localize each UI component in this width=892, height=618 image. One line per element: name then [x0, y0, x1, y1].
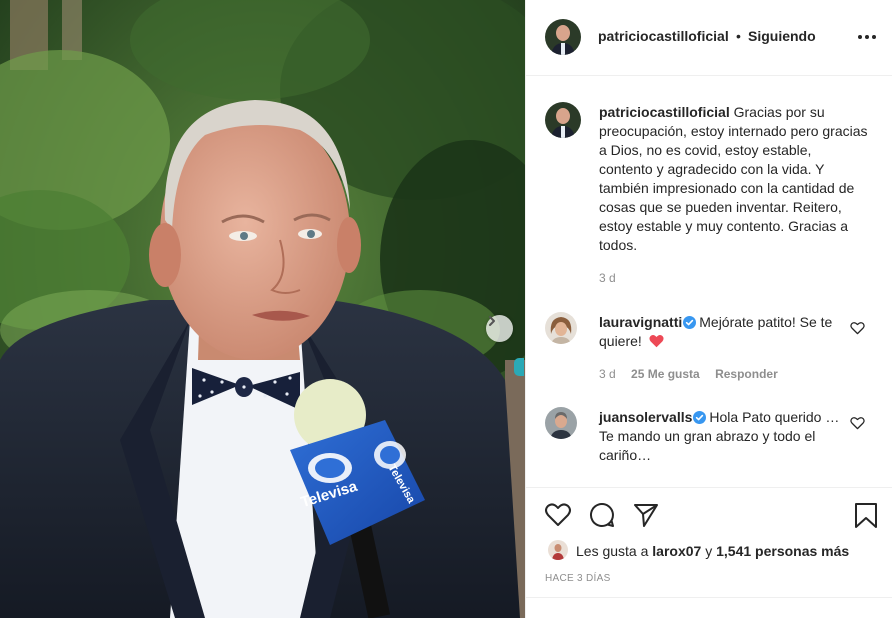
avatar[interactable]: [545, 407, 577, 439]
likes-prefix: Les gusta a: [576, 543, 649, 559]
comment-bubble-icon: [590, 502, 614, 527]
post-actions: Les gusta a larox07 y 1,541 personas más…: [526, 487, 892, 597]
avatar[interactable]: [545, 312, 577, 344]
post-header: patriciocastilloficial • Siguiendo: [526, 0, 892, 76]
profile-picture: [545, 407, 577, 439]
comments-list[interactable]: patriciocastilloficial Gracias por su pr…: [526, 77, 892, 487]
caption-username[interactable]: patriciocastilloficial: [599, 104, 730, 120]
chevron-right-icon: [489, 316, 495, 326]
likes-summary: Les gusta a larox07 y 1,541 personas más: [576, 543, 849, 559]
share-button[interactable]: [632, 501, 660, 529]
comment-timestamp[interactable]: 3 d: [599, 367, 616, 381]
comment: lauravignatti Mejórate patito! Se te qui…: [599, 313, 844, 351]
comment-meta: 3 d 25 Me gusta Responder: [599, 367, 790, 381]
next-photo-button[interactable]: [486, 315, 513, 342]
like-button[interactable]: [544, 501, 572, 529]
verified-badge-icon: [693, 411, 707, 424]
red-heart-emoji-icon: [649, 334, 664, 348]
heart-icon: [545, 503, 571, 526]
profile-picture: [545, 312, 577, 344]
first-liker-link[interactable]: larox07: [652, 543, 701, 559]
partial-overlay: [514, 358, 524, 376]
comment-likes[interactable]: 25 Me gusta: [631, 367, 700, 381]
more-horizontal-icon: [858, 35, 876, 39]
like-comment-heart-icon[interactable]: [850, 321, 865, 335]
post-caption: patriciocastilloficial Gracias por su pr…: [599, 103, 869, 255]
paper-plane-icon: [634, 504, 658, 527]
comment-username[interactable]: lauravignatti: [599, 314, 682, 330]
post-timestamp[interactable]: HACE 3 DÍAS: [545, 573, 611, 584]
follow-status-button[interactable]: Siguiendo: [748, 28, 816, 44]
comment-username[interactable]: juansolervalls: [599, 409, 692, 425]
profile-picture: [545, 102, 581, 138]
likes-count-link[interactable]: 1,541 personas más: [716, 543, 849, 559]
comment: juansolervalls Hola Pato querido … Te ma…: [599, 408, 844, 465]
save-button[interactable]: [852, 501, 880, 529]
likes-joiner: y: [705, 543, 713, 559]
post-image: [0, 0, 525, 618]
post-photo[interactable]: Televisa Televisa: [0, 0, 525, 618]
liker-avatar[interactable]: [548, 540, 568, 560]
post-side-panel: patriciocastilloficial • Siguiendo patri…: [525, 0, 892, 618]
profile-picture: [545, 19, 581, 55]
more-options-button[interactable]: [856, 27, 878, 47]
post-author-username[interactable]: patriciocastilloficial: [598, 28, 729, 44]
avatar[interactable]: [545, 19, 581, 55]
caption-timestamp[interactable]: 3 d: [599, 271, 616, 285]
reply-button[interactable]: Responder: [715, 367, 778, 381]
caption-text: Gracias por su preocupación, estoy inter…: [599, 104, 868, 253]
profile-picture: [548, 540, 568, 560]
avatar[interactable]: [545, 102, 581, 138]
like-comment-heart-icon[interactable]: [850, 416, 865, 430]
separator-dot: •: [736, 28, 741, 44]
bookmark-icon: [855, 503, 877, 528]
add-comment-bar[interactable]: [526, 597, 892, 618]
verified-badge-icon: [683, 316, 697, 329]
comment-button[interactable]: [588, 501, 616, 529]
